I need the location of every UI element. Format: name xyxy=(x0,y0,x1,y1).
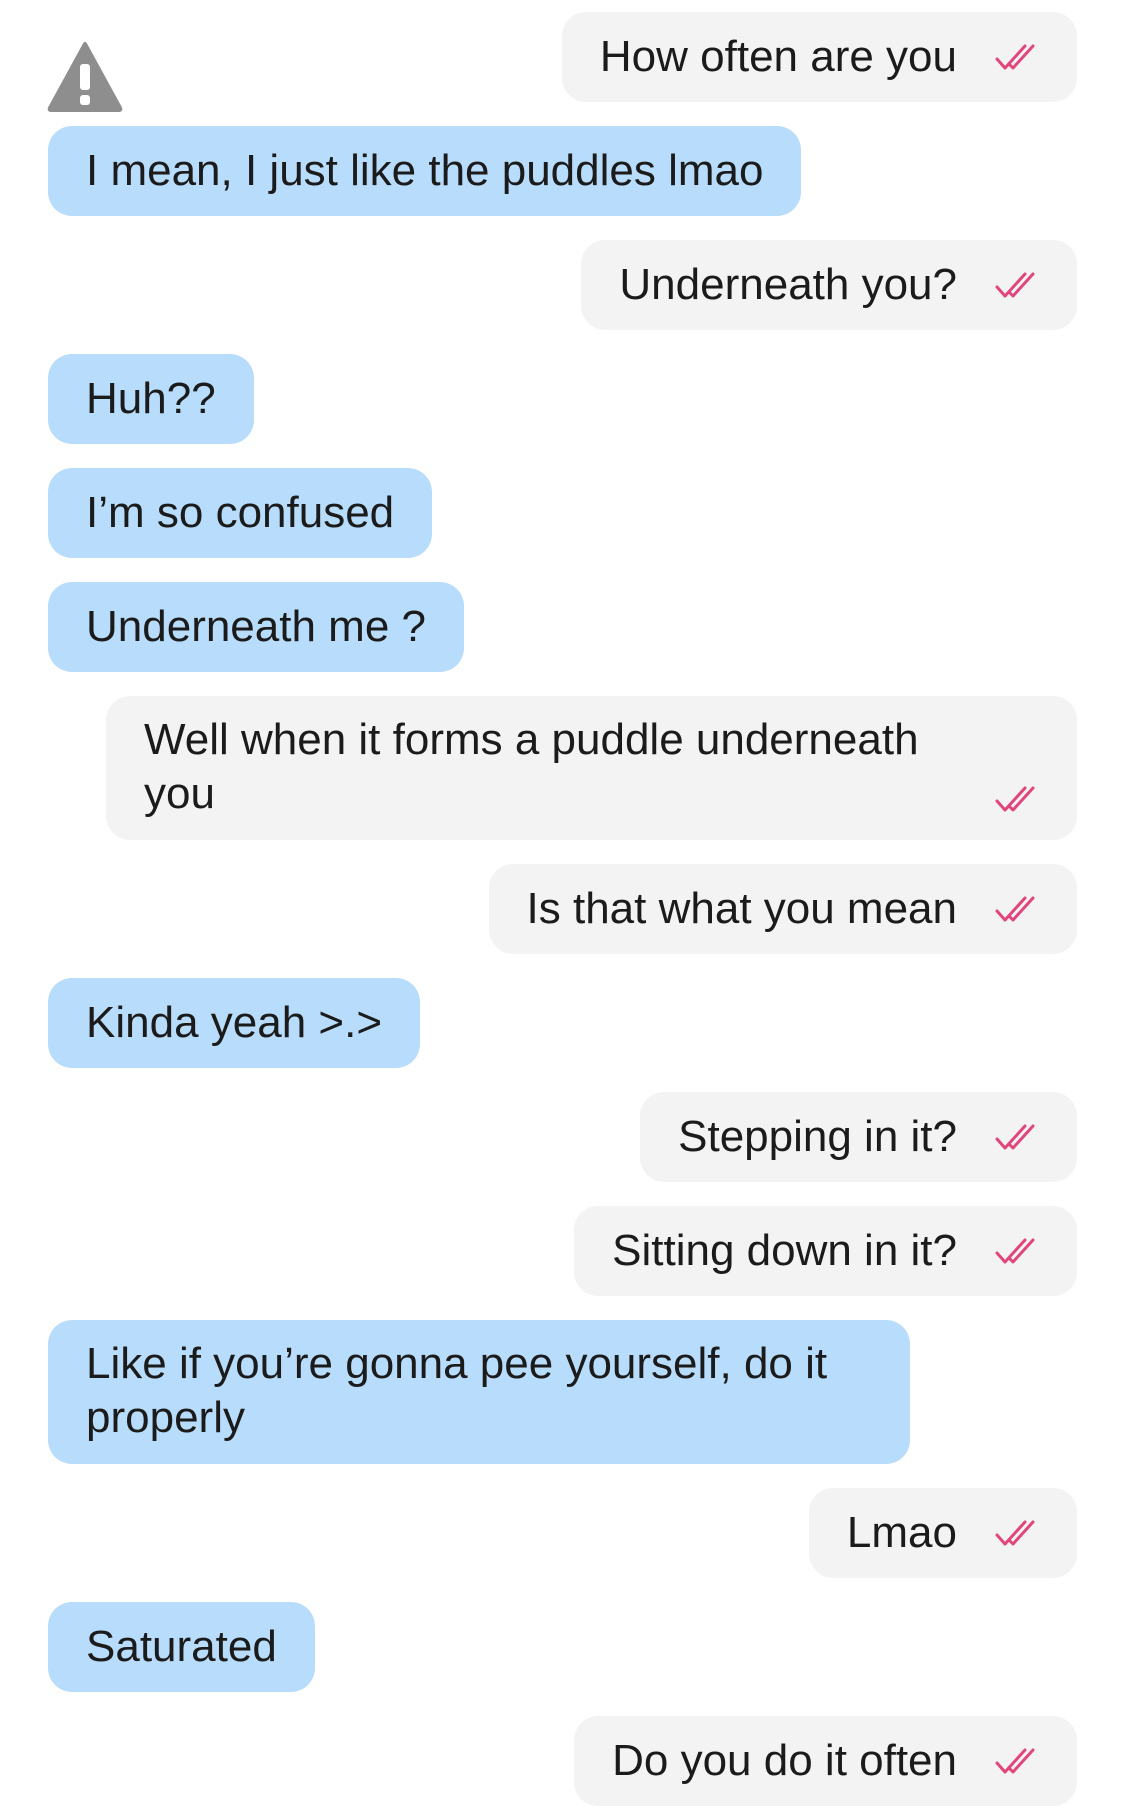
message-text: Underneath you? xyxy=(619,260,957,309)
double-check-icon xyxy=(995,272,1035,298)
message-bubble-outgoing[interactable]: Sitting down in it? xyxy=(574,1206,1077,1296)
message-bubble-outgoing[interactable]: Is that what you mean xyxy=(488,864,1077,954)
message-text: Stepping in it? xyxy=(678,1112,957,1161)
message-bubble-outgoing[interactable]: How often are you xyxy=(561,12,1077,102)
message-bubble-incoming[interactable]: Saturated xyxy=(48,1602,315,1692)
message-bubble-outgoing[interactable]: Stepping in it? xyxy=(640,1092,1077,1182)
message-bubble-incoming[interactable]: I mean, I just like the puddles lmao xyxy=(48,126,802,216)
message-text: Underneath me ? xyxy=(86,602,426,651)
double-check-icon xyxy=(995,896,1035,922)
message-text: Do you do it often xyxy=(612,1736,957,1785)
message-text: I mean, I just like the puddles lmao xyxy=(86,146,764,195)
message-bubble-incoming[interactable]: Kinda yeah >.> xyxy=(48,978,421,1068)
message-text: Well when it forms a puddle underneath y… xyxy=(144,715,919,818)
message-bubble-incoming[interactable]: Like if you’re gonna pee yourself, do it… xyxy=(48,1320,910,1464)
message-text: Lmao xyxy=(846,1508,957,1557)
message-text: How often are you xyxy=(599,32,957,81)
message-text: Huh?? xyxy=(86,374,216,423)
message-bubble-incoming[interactable]: I’m so confused xyxy=(48,468,433,558)
double-check-icon xyxy=(995,1124,1035,1150)
double-check-icon xyxy=(995,1238,1035,1264)
double-check-icon xyxy=(995,44,1035,70)
message-text: Is that what you mean xyxy=(526,884,957,933)
message-text: I’m so confused xyxy=(86,488,395,537)
message-bubble-outgoing[interactable]: Do you do it often xyxy=(574,1716,1077,1806)
double-check-icon xyxy=(995,1748,1035,1774)
double-check-icon xyxy=(995,786,1035,812)
message-thread: How often are you I mean, I just like th… xyxy=(0,0,1125,1806)
message-text: Kinda yeah >.> xyxy=(86,998,383,1047)
message-bubble-incoming[interactable]: Huh?? xyxy=(48,354,254,444)
double-check-icon xyxy=(995,1520,1035,1546)
message-bubble-outgoing[interactable]: Well when it forms a puddle underneath y… xyxy=(106,696,1077,840)
message-bubble-outgoing[interactable]: Underneath you? xyxy=(581,240,1077,330)
message-text: Sitting down in it? xyxy=(612,1226,957,1275)
message-bubble-outgoing[interactable]: Lmao xyxy=(808,1488,1077,1578)
message-text: Like if you’re gonna pee yourself, do it… xyxy=(86,1339,828,1442)
message-bubble-incoming[interactable]: Underneath me ? xyxy=(48,582,464,672)
message-text: Saturated xyxy=(86,1622,277,1671)
warning-triangle-icon[interactable] xyxy=(47,40,123,112)
